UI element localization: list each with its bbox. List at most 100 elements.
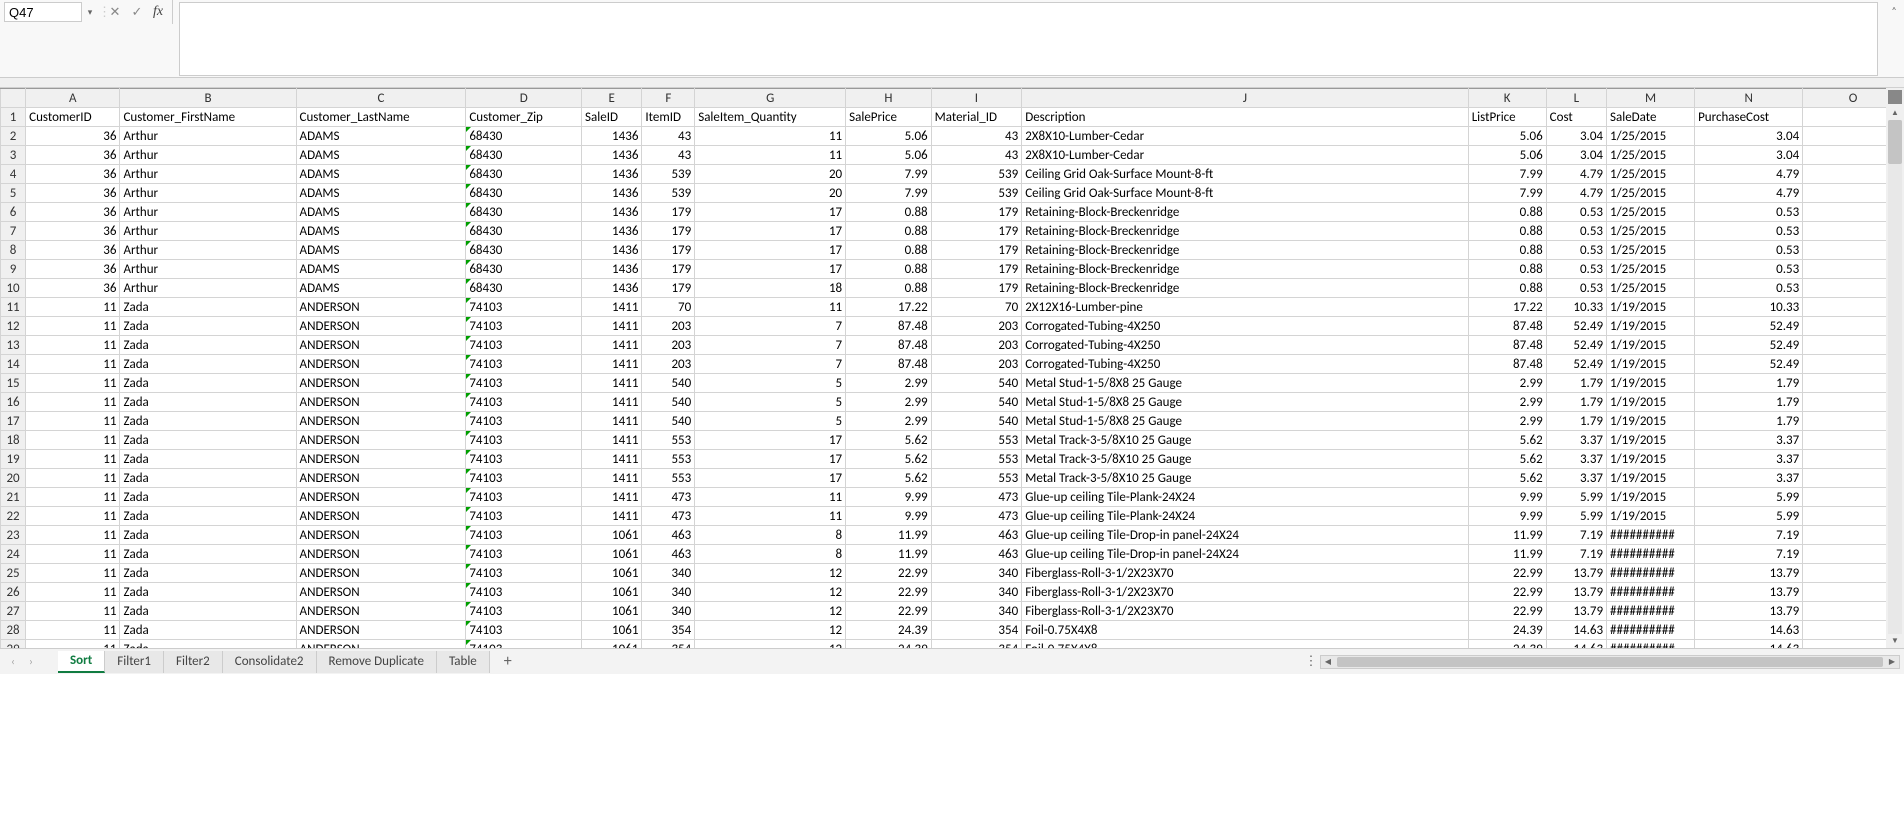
header-cell[interactable]: SaleID <box>582 108 642 127</box>
cell[interactable]: Arthur <box>120 127 296 146</box>
cell[interactable]: 1/19/2015 <box>1607 374 1695 393</box>
cell[interactable]: 87.48 <box>1468 355 1546 374</box>
cell[interactable]: Zada <box>120 545 296 564</box>
cell[interactable]: 11.99 <box>1468 545 1546 564</box>
cell[interactable]: 1/19/2015 <box>1607 412 1695 431</box>
cell[interactable]: 1.79 <box>1546 393 1606 412</box>
cell[interactable]: ANDERSON <box>296 431 466 450</box>
cell[interactable]: 12 <box>695 564 846 583</box>
row-header[interactable]: 11 <box>1 298 26 317</box>
cell[interactable]: 179 <box>931 279 1022 298</box>
row-header[interactable]: 2 <box>1 127 26 146</box>
cell[interactable]: 2X12X16-Lumber-pine <box>1022 298 1469 317</box>
cell[interactable]: ADAMS <box>296 203 466 222</box>
header-cell[interactable]: Customer_Zip <box>466 108 582 127</box>
cell[interactable]: 473 <box>642 488 695 507</box>
cell[interactable]: 9.99 <box>1468 488 1546 507</box>
cell[interactable]: 0.88 <box>1468 241 1546 260</box>
cell[interactable]: 87.48 <box>846 317 932 336</box>
header-cell[interactable]: SalePrice <box>846 108 932 127</box>
cell[interactable]: 74103 <box>466 602 582 621</box>
cell[interactable]: Retaining-Block-Breckenridge <box>1022 203 1469 222</box>
cell[interactable]: 553 <box>931 469 1022 488</box>
cell[interactable]: 1411 <box>582 317 642 336</box>
cell[interactable]: Glue-up ceiling Tile-Drop-in panel-24X24 <box>1022 526 1469 545</box>
sheet-tab[interactable]: Filter2 <box>164 651 223 673</box>
col-header-F[interactable]: F <box>642 89 695 108</box>
cell[interactable]: 5.62 <box>1468 450 1546 469</box>
hscroll-thumb[interactable] <box>1337 657 1883 667</box>
cell[interactable]: 17 <box>695 469 846 488</box>
cell[interactable]: 18 <box>695 279 846 298</box>
cell[interactable]: 203 <box>931 317 1022 336</box>
col-header-L[interactable]: L <box>1546 89 1606 108</box>
cell[interactable]: 1/25/2015 <box>1607 279 1695 298</box>
sheet-tab[interactable]: Consolidate2 <box>223 651 317 673</box>
cell[interactable]: 3.04 <box>1695 146 1803 165</box>
scroll-down-icon[interactable]: ▼ <box>1888 634 1902 648</box>
cell[interactable]: Foil-0.75X4X8 <box>1022 640 1469 649</box>
cell[interactable]: 36 <box>26 260 120 279</box>
cell[interactable]: Retaining-Block-Breckenridge <box>1022 260 1469 279</box>
cell[interactable]: 4.79 <box>1695 165 1803 184</box>
cell[interactable]: 463 <box>642 526 695 545</box>
header-cell[interactable]: ItemID <box>642 108 695 127</box>
cell[interactable]: 1061 <box>582 545 642 564</box>
row-header[interactable]: 6 <box>1 203 26 222</box>
cell[interactable]: Arthur <box>120 203 296 222</box>
cell[interactable]: ANDERSON <box>296 412 466 431</box>
cell[interactable]: Arthur <box>120 222 296 241</box>
cell[interactable]: 540 <box>642 412 695 431</box>
cell[interactable]: 22.99 <box>1468 564 1546 583</box>
cell[interactable]: 179 <box>931 260 1022 279</box>
cell[interactable]: Corrogated-Tubing-4X250 <box>1022 336 1469 355</box>
cell[interactable]: 3.04 <box>1695 127 1803 146</box>
cancel-formula-button[interactable]: ✕ <box>105 2 125 22</box>
cell[interactable]: 11 <box>695 507 846 526</box>
cell[interactable]: 1411 <box>582 469 642 488</box>
cell[interactable]: 8 <box>695 545 846 564</box>
cell[interactable]: ANDERSON <box>296 336 466 355</box>
cell[interactable]: 1/19/2015 <box>1607 469 1695 488</box>
cell[interactable]: 1436 <box>582 184 642 203</box>
cell[interactable]: 17 <box>695 203 846 222</box>
col-header-D[interactable]: D <box>466 89 582 108</box>
cell[interactable]: 1.79 <box>1695 393 1803 412</box>
cell[interactable]: Arthur <box>120 241 296 260</box>
formula-bar-toggle-icon[interactable]: ˄ <box>1884 0 1904 74</box>
cell[interactable]: ########## <box>1607 583 1695 602</box>
cell[interactable]: 52.49 <box>1695 355 1803 374</box>
cell[interactable]: 7 <box>695 355 846 374</box>
cell[interactable]: Zada <box>120 602 296 621</box>
cell[interactable]: 1.79 <box>1695 374 1803 393</box>
cell[interactable]: 11 <box>26 545 120 564</box>
cell[interactable]: 74103 <box>466 526 582 545</box>
cell[interactable]: 539 <box>642 184 695 203</box>
formula-input[interactable] <box>179 2 1878 76</box>
cell[interactable]: 52.49 <box>1546 355 1606 374</box>
cell[interactable]: 340 <box>931 583 1022 602</box>
cell[interactable]: Zada <box>120 355 296 374</box>
scroll-up-icon[interactable]: ▲ <box>1888 106 1902 120</box>
row-header[interactable]: 21 <box>1 488 26 507</box>
cell[interactable]: ADAMS <box>296 184 466 203</box>
cell[interactable]: 12 <box>695 602 846 621</box>
cell[interactable]: Retaining-Block-Breckenridge <box>1022 222 1469 241</box>
sheet-tab[interactable]: Remove Duplicate <box>317 651 437 673</box>
cell[interactable]: Zada <box>120 488 296 507</box>
header-cell[interactable]: Material_ID <box>931 108 1022 127</box>
cell[interactable]: 11 <box>26 431 120 450</box>
cell[interactable]: ########## <box>1607 621 1695 640</box>
cell[interactable]: 24.39 <box>1468 640 1546 649</box>
horizontal-scrollbar[interactable]: ◀ ▶ <box>1320 655 1900 669</box>
cell[interactable]: 1/25/2015 <box>1607 241 1695 260</box>
row-header[interactable]: 15 <box>1 374 26 393</box>
cell[interactable]: Zada <box>120 393 296 412</box>
cell[interactable]: ADAMS <box>296 222 466 241</box>
cell[interactable]: 13.79 <box>1695 602 1803 621</box>
add-sheet-button[interactable]: + <box>498 652 518 672</box>
cell[interactable]: ANDERSON <box>296 355 466 374</box>
cell[interactable]: 7.19 <box>1546 526 1606 545</box>
spreadsheet-grid[interactable]: ABCDEFGHIJKLMNO 1CustomerIDCustomer_Firs… <box>0 88 1904 648</box>
cell[interactable]: 74103 <box>466 507 582 526</box>
